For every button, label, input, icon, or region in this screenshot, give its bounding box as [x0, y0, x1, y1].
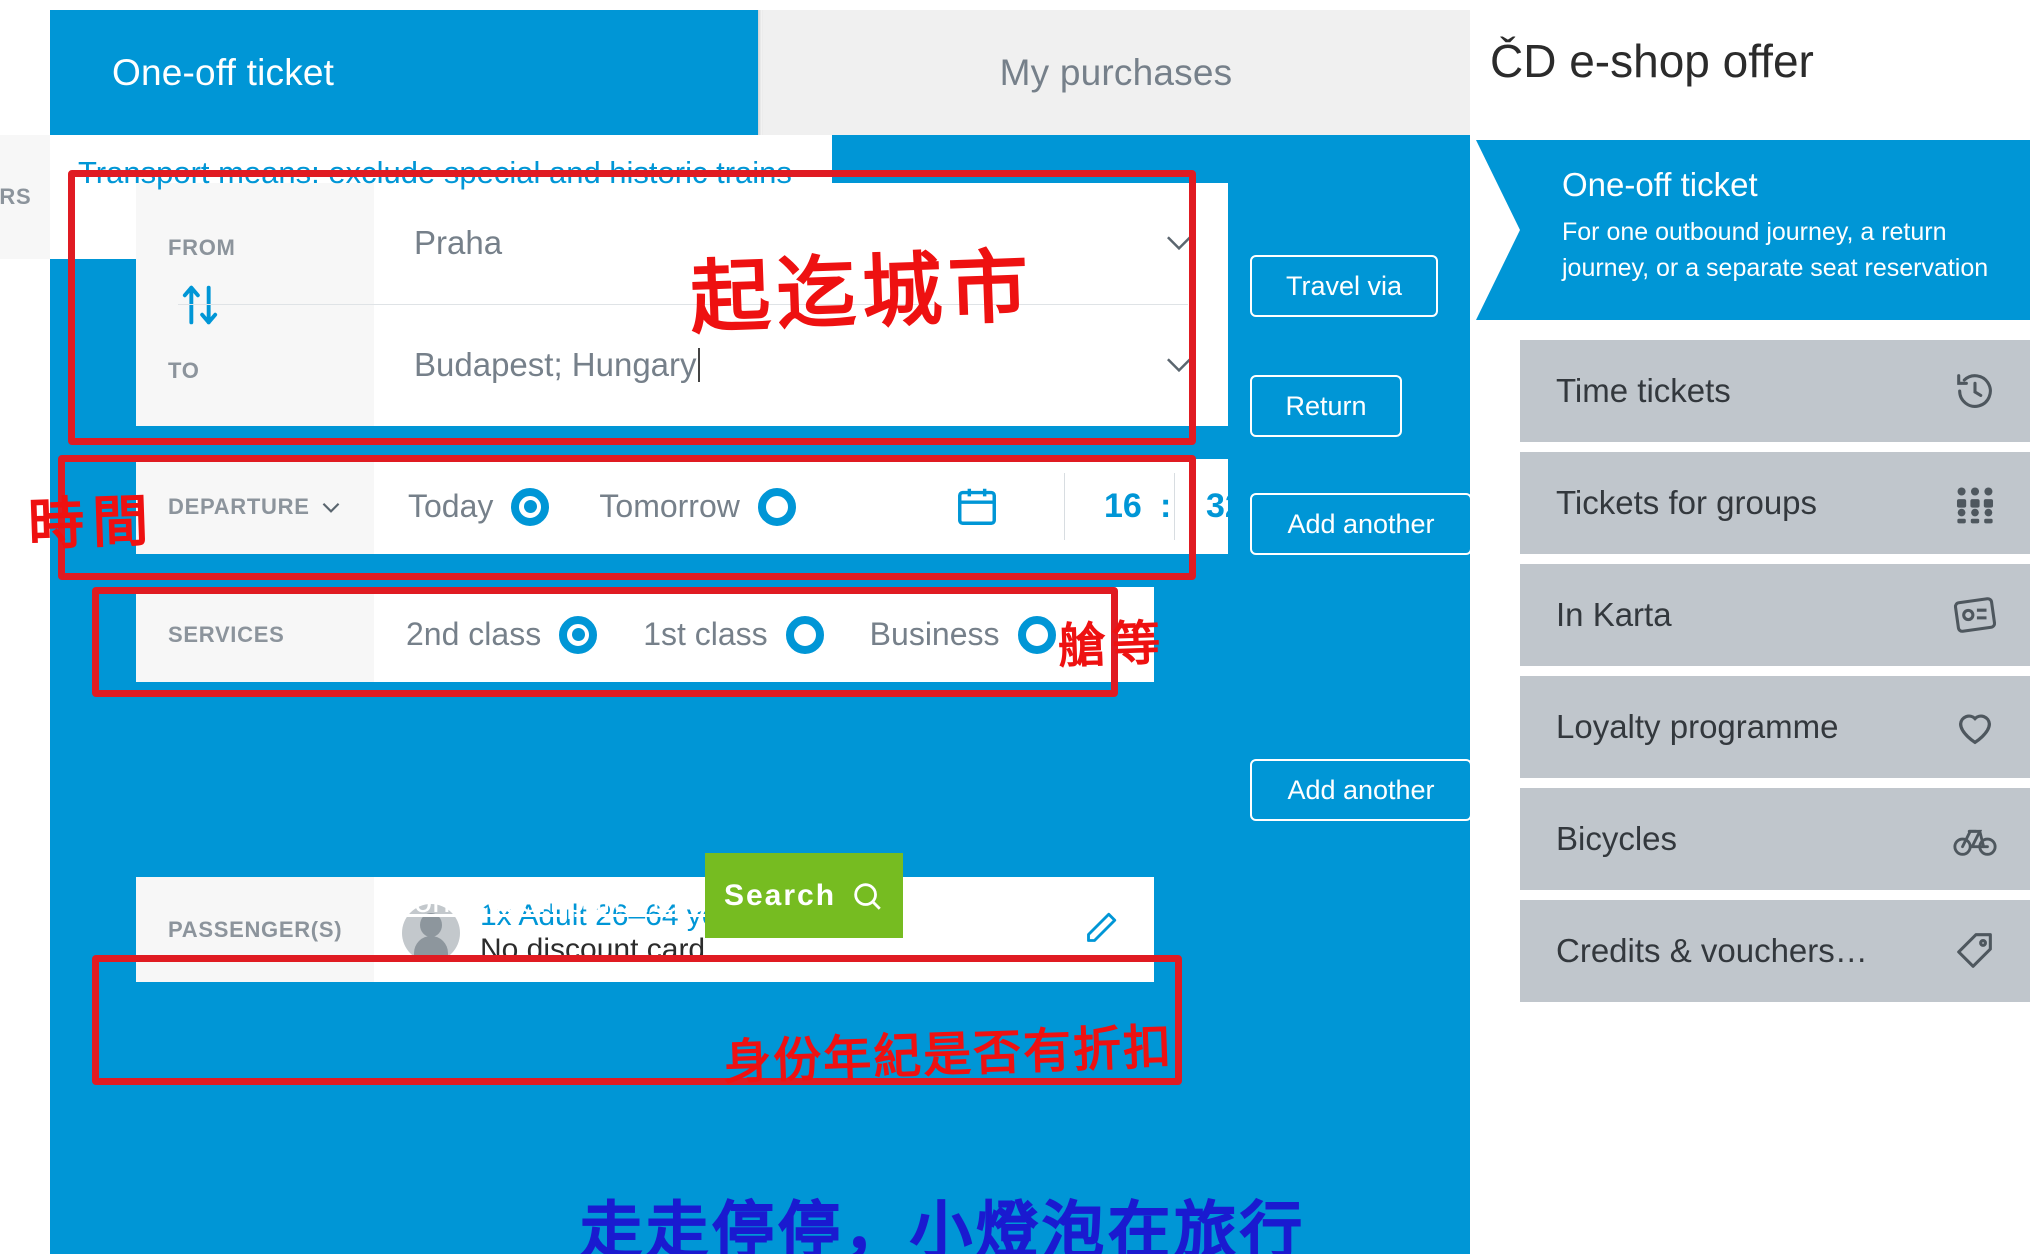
- tab-one-off-ticket[interactable]: One-off ticket: [50, 10, 758, 135]
- chevron-right-icon[interactable]: [1408, 177, 1442, 211]
- tab-one-off-ticket-label: One-off ticket: [112, 51, 335, 93]
- from-chevron-down-icon[interactable]: [1160, 223, 1198, 261]
- booking-panel: One-off ticket My purchases FROM TO Prah…: [0, 0, 1472, 1254]
- services-body: 2nd class 1st class Business: [374, 587, 1154, 682]
- parameters-label: PARAMETERS: [0, 135, 50, 259]
- time-divider-middle: [1174, 473, 1175, 540]
- offer-item-label: Credits & vouchers…: [1556, 932, 1868, 969]
- class-option-business-label: Business: [869, 616, 1000, 652]
- time-separator: :: [1160, 487, 1172, 525]
- tag-icon: [1952, 928, 1998, 974]
- from-input[interactable]: Praha: [414, 183, 1132, 303]
- offer-item-bicycles[interactable]: Bicycles: [1520, 788, 2030, 890]
- to-label: TO: [168, 358, 200, 383]
- offer-item-label: In Karta: [1556, 596, 1672, 633]
- departure-minute[interactable]: 32: [1206, 487, 1244, 526]
- group-people-icon: [1952, 480, 1998, 526]
- text-caret: [697, 348, 700, 382]
- magnifier-icon: [850, 879, 884, 913]
- services-row: SERVICES 2nd class 1st class Business: [136, 587, 1154, 682]
- tab-divider-shadow: [758, 10, 763, 135]
- search-button[interactable]: Search: [705, 853, 903, 938]
- departure-option-today-label: Today: [408, 488, 494, 524]
- offer-callout: One-off ticket For one outbound journey,…: [1476, 140, 2030, 320]
- passenger-discount: No discount card: [480, 933, 706, 966]
- departure-hour[interactable]: 16: [1104, 487, 1142, 526]
- search-form: FROM TO Praha Budapest; Hungary DEPARTUR…: [0, 135, 1472, 1254]
- tab-my-purchases-label: My purchases: [999, 51, 1233, 93]
- heart-icon: [1952, 704, 1998, 750]
- swap-vertical-icon[interactable]: [174, 279, 226, 331]
- parameters-value[interactable]: Transport means: exclude special and his…: [78, 153, 1390, 193]
- offer-item-in-karta[interactable]: In Karta: [1520, 564, 2030, 666]
- passengers-label: PASSENGER(S): [136, 877, 374, 982]
- return-button[interactable]: Return: [1250, 375, 1402, 437]
- booking-page: One-off ticket My purchases FROM TO Prah…: [0, 0, 2030, 1254]
- offer-item-credits-vouchers[interactable]: Credits & vouchers…: [1520, 900, 2030, 1002]
- class-option-business-radio[interactable]: [1017, 615, 1056, 654]
- class-option-2nd-radio[interactable]: [559, 615, 598, 654]
- departure-option-tomorrow-radio[interactable]: [757, 487, 796, 526]
- class-option-1st[interactable]: 1st class: [643, 615, 824, 654]
- departure-body: Today Tomorrow 16: 32: [374, 459, 1244, 554]
- card-icon: [1952, 592, 1998, 638]
- offer-item-label: Time tickets: [1556, 372, 1731, 409]
- class-option-2nd-label: 2nd class: [406, 616, 542, 652]
- departure-label-box[interactable]: DEPARTURE: [136, 459, 374, 554]
- offer-item-label: Bicycles: [1556, 820, 1678, 857]
- add-another-passenger-button[interactable]: Add another: [1250, 759, 1472, 821]
- class-option-2nd[interactable]: 2nd class: [406, 615, 598, 654]
- offer-item-time-tickets[interactable]: Time tickets: [1520, 340, 2030, 442]
- departure-option-tomorrow[interactable]: Tomorrow: [599, 487, 796, 526]
- time-divider-left: [1064, 473, 1065, 540]
- tab-bar: One-off ticket My purchases: [50, 10, 1470, 135]
- services-label: SERVICES: [136, 587, 374, 682]
- to-input[interactable]: Budapest; Hungary: [414, 305, 1132, 425]
- from-value: Praha: [414, 224, 503, 261]
- departure-day-options: Today Tomorrow: [408, 459, 796, 554]
- travel-via-button[interactable]: Travel via: [1250, 255, 1438, 317]
- offer-callout-description: For one outbound journey, a return journ…: [1562, 218, 1989, 283]
- offer-title: ČD e-shop offer: [1490, 35, 1814, 87]
- departure-option-today[interactable]: Today: [408, 487, 550, 526]
- class-option-business[interactable]: Business: [869, 615, 1056, 654]
- bicycle-icon: [1952, 816, 1998, 862]
- departure-label: DEPARTURE: [168, 493, 310, 519]
- offer-item-label: Loyalty programme: [1556, 708, 1839, 745]
- from-to-inputs: Praha Budapest; Hungary: [178, 183, 1228, 426]
- add-another-service-button[interactable]: Add another: [1250, 493, 1472, 555]
- departure-chevron-down-icon[interactable]: [318, 494, 344, 520]
- connection-parameters-link[interactable]: Connection parameters: [390, 882, 733, 920]
- departure-row: DEPARTURE Today Tomorrow 16: 32: [136, 459, 1244, 554]
- pencil-icon[interactable]: [1084, 909, 1120, 945]
- offer-item-loyalty-programme[interactable]: Loyalty programme: [1520, 676, 2030, 778]
- departure-option-today-radio[interactable]: [511, 487, 550, 526]
- from-to-group: FROM TO Praha Budapest; Hungary: [136, 183, 1228, 426]
- tab-my-purchases[interactable]: My purchases: [762, 10, 1470, 135]
- class-options: 2nd class 1st class Business: [406, 587, 1056, 682]
- from-label: FROM: [168, 235, 236, 260]
- class-option-1st-label: 1st class: [643, 616, 768, 652]
- to-chevron-down-icon[interactable]: [1160, 345, 1198, 383]
- calendar-icon[interactable]: [954, 483, 1000, 529]
- departure-option-tomorrow-label: Tomorrow: [599, 488, 740, 524]
- search-button-label: Search: [723, 878, 837, 912]
- offer-sidebar: ČD e-shop offer One-off ticket For one o…: [1476, 0, 2030, 1254]
- clock-history-icon: [1952, 368, 1998, 414]
- class-option-1st-radio[interactable]: [785, 615, 824, 654]
- offer-item-tickets-for-groups[interactable]: Tickets for groups: [1520, 452, 2030, 554]
- watermark-text: 走走停停，小燈泡在旅行: [579, 1194, 1307, 1254]
- to-value: Budapest; Hungary: [414, 346, 697, 383]
- offer-item-label: Tickets for groups: [1556, 484, 1818, 521]
- offer-callout-title: One-off ticket: [1562, 166, 1758, 203]
